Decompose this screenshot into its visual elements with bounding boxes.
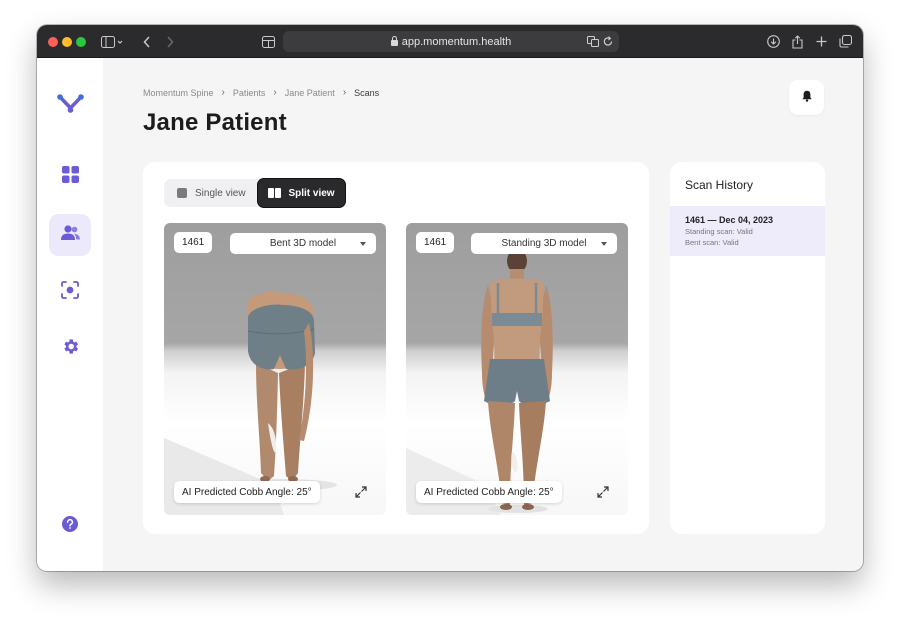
scan-history-card: Scan History 1461 — Dec 04, 2023 Standin… bbox=[670, 162, 825, 534]
scan-id-badge: 1461 bbox=[416, 232, 455, 253]
breadcrumb-scans: Scans bbox=[354, 87, 380, 98]
lock-icon bbox=[390, 35, 398, 46]
scan-viewer-card: Single view Split view 1461 Bent 3D mode… bbox=[143, 162, 649, 534]
sidebar-item-scans[interactable] bbox=[49, 271, 91, 313]
downloads-icon[interactable] bbox=[766, 33, 780, 50]
book-open-icon bbox=[268, 188, 282, 198]
breadcrumb-jane-patient[interactable]: Jane Patient bbox=[285, 88, 335, 98]
tab-overview-icon[interactable] bbox=[260, 33, 276, 50]
scan-history-title: Scan History bbox=[685, 178, 754, 192]
chevron-down-icon bbox=[601, 242, 607, 246]
zoom-window-button[interactable] bbox=[76, 37, 86, 47]
browser-window: app.momentum.health Momentum Spine › Pat… bbox=[37, 25, 863, 571]
address-bar[interactable]: app.momentum.health bbox=[283, 31, 619, 52]
single-view-label: Single view bbox=[195, 187, 246, 199]
translate-icon[interactable] bbox=[587, 36, 599, 50]
forward-icon[interactable] bbox=[164, 33, 176, 50]
model-select-label: Standing 3D model bbox=[501, 238, 587, 249]
close-window-button[interactable] bbox=[48, 37, 58, 47]
chevron-right-icon: › bbox=[273, 87, 277, 98]
breadcrumb: Momentum Spine › Patients › Jane Patient… bbox=[143, 87, 379, 98]
bell-icon bbox=[801, 89, 812, 107]
single-view-button[interactable]: Single view bbox=[177, 179, 246, 207]
model-select-label: Bent 3D model bbox=[269, 238, 337, 249]
sidebar-item-dashboard[interactable] bbox=[49, 156, 91, 198]
sidebar-item-patients[interactable] bbox=[49, 214, 91, 256]
cobb-angle-label: AI Predicted Cobb Angle: 25° bbox=[174, 481, 320, 503]
new-tab-icon[interactable] bbox=[814, 33, 828, 50]
sidebar-item-settings[interactable] bbox=[49, 328, 91, 370]
square-icon bbox=[177, 188, 187, 198]
reload-icon[interactable] bbox=[603, 36, 613, 50]
minimize-window-button[interactable] bbox=[62, 37, 72, 47]
bent-scan-status: Bent scan: Valid bbox=[685, 238, 739, 247]
url-text: app.momentum.health bbox=[401, 35, 512, 48]
standing-scan-status: Standing scan: Valid bbox=[685, 227, 753, 236]
chevron-down-icon bbox=[360, 242, 366, 246]
split-view-button[interactable]: Split view bbox=[258, 179, 345, 207]
scan-id-badge: 1461 bbox=[174, 232, 213, 253]
grid-icon bbox=[61, 166, 79, 188]
app-sidebar bbox=[37, 58, 103, 571]
breadcrumb-momentum-spine[interactable]: Momentum Spine bbox=[143, 88, 214, 98]
gear-icon bbox=[61, 337, 80, 361]
tabs-icon[interactable] bbox=[838, 33, 852, 50]
bent-model-viewer[interactable]: 1461 Bent 3D model AI Predicted Cobb Ang… bbox=[164, 223, 386, 515]
cobb-angle-label: AI Predicted Cobb Angle: 25° bbox=[416, 481, 562, 503]
bent-3d-model-image[interactable] bbox=[164, 223, 386, 515]
view-toggle: Single view Split view bbox=[164, 179, 345, 207]
scan-history-item-title: 1461 — Dec 04, 2023 bbox=[685, 215, 774, 225]
expand-icon[interactable] bbox=[596, 485, 610, 499]
chevron-right-icon: › bbox=[221, 87, 225, 98]
back-icon[interactable] bbox=[141, 33, 153, 50]
expand-icon[interactable] bbox=[354, 485, 368, 499]
users-icon bbox=[60, 224, 80, 246]
chevron-right-icon: › bbox=[342, 87, 347, 98]
standing-3d-model-image[interactable] bbox=[406, 223, 628, 515]
notifications-button[interactable] bbox=[789, 80, 824, 115]
share-icon[interactable] bbox=[790, 33, 804, 50]
help-icon[interactable] bbox=[62, 516, 78, 537]
page-title: Jane Patient bbox=[143, 109, 287, 136]
breadcrumb-patients[interactable]: Patients bbox=[233, 88, 266, 98]
momentum-logo-icon[interactable] bbox=[57, 94, 84, 119]
model-select-standing[interactable]: Standing 3D model bbox=[471, 233, 617, 254]
split-view-label: Split view bbox=[288, 187, 335, 199]
browser-toolbar: app.momentum.health bbox=[37, 25, 863, 58]
scan-history-item[interactable]: 1461 — Dec 04, 2023 Standing scan: Valid… bbox=[670, 206, 825, 256]
sidebar-toggle-icon[interactable] bbox=[99, 33, 125, 50]
scan-icon bbox=[61, 280, 79, 304]
model-select-bent[interactable]: Bent 3D model bbox=[230, 233, 376, 254]
standing-model-viewer[interactable]: 1461 Standing 3D model AI Predicted Cobb… bbox=[406, 223, 628, 515]
